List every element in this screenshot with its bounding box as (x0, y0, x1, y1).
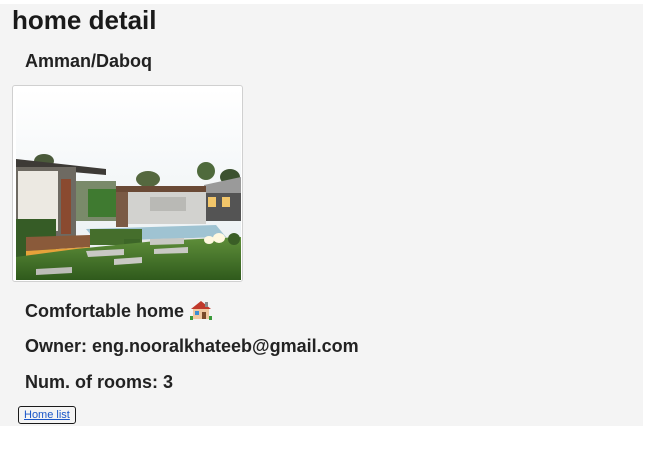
home-list-button[interactable]: Home list (18, 406, 76, 424)
house-with-garden-icon (190, 300, 213, 325)
home-photo (12, 85, 243, 282)
house-photo-image (16, 89, 241, 280)
page-panel: home detail Amman/Daboq Comfortable home… (0, 4, 643, 426)
page-title: home detail (12, 5, 157, 35)
home-description: Comfortable home (25, 300, 213, 325)
home-location: Amman/Daboq (25, 51, 153, 71)
home-description-text: Comfortable home (25, 301, 185, 321)
home-owner: Owner: eng.nooralkhateeb@gmail.com (25, 336, 359, 356)
home-rooms: Num. of rooms: 3 (25, 372, 174, 392)
